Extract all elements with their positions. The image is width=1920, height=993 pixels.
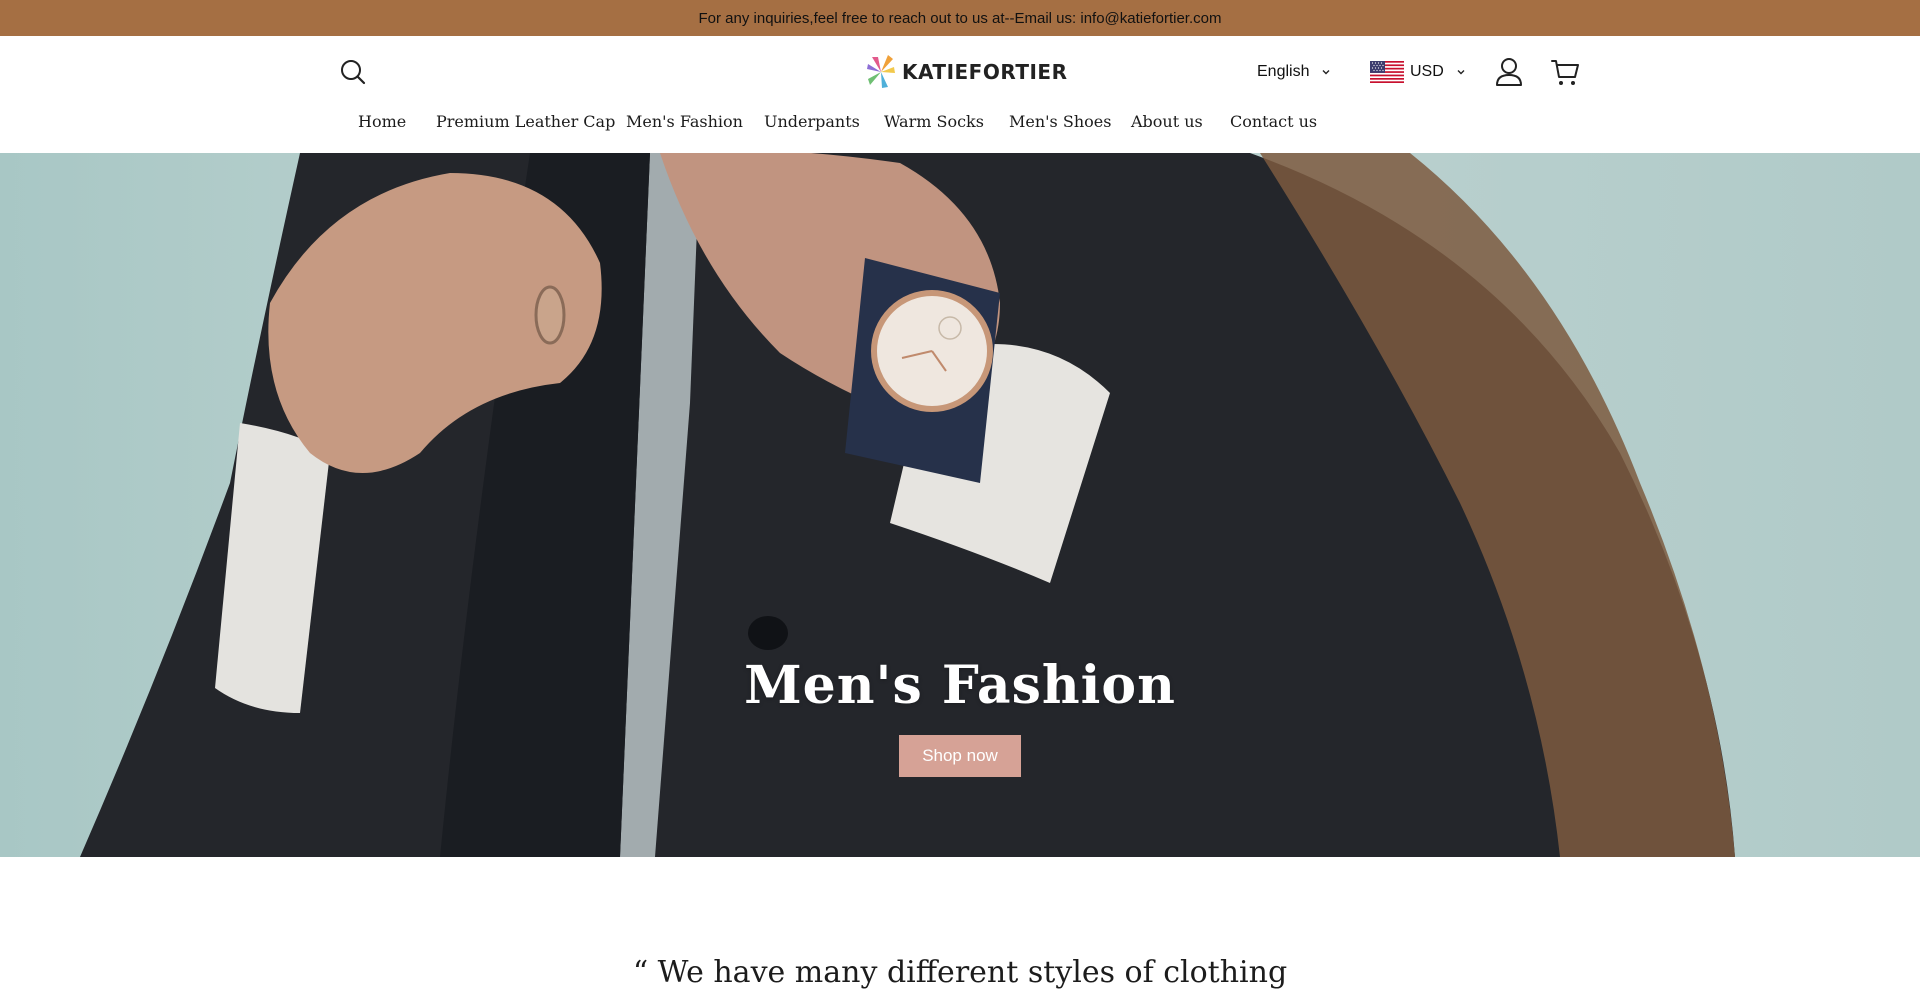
- shop-now-button[interactable]: Shop now: [899, 735, 1021, 777]
- chevron-down-icon: [1457, 70, 1465, 75]
- nav-item-mens-fashion[interactable]: Men's Fashion: [626, 112, 743, 131]
- announcement-bar: For any inquiries,feel free to reach out…: [0, 0, 1920, 36]
- nav-item-home[interactable]: Home: [358, 112, 406, 131]
- nav-item-underpants[interactable]: Underpants: [764, 112, 860, 131]
- cart-button[interactable]: [1550, 56, 1580, 88]
- site-header: KATIEFORTIER English USD Home Premium Le…: [0, 36, 1920, 153]
- nav-item-warm-socks[interactable]: Warm Socks: [884, 112, 984, 131]
- us-flag-icon: [1370, 61, 1404, 83]
- language-selector[interactable]: English: [1257, 60, 1331, 84]
- announcement-text: For any inquiries,feel free to reach out…: [698, 9, 1222, 27]
- logo-mark-icon: [867, 55, 895, 88]
- quote-text: “ We have many different styles of cloth…: [632, 955, 1288, 990]
- logo-text: KATIEFORTIER: [902, 60, 1068, 84]
- user-icon: [1496, 58, 1522, 86]
- search-button[interactable]: [338, 57, 368, 87]
- hero-title: Men's Fashion: [744, 655, 1176, 716]
- chevron-down-icon: [1322, 70, 1330, 75]
- account-button[interactable]: [1494, 56, 1524, 88]
- search-icon: [341, 60, 366, 85]
- nav-item-contact-us[interactable]: Contact us: [1230, 112, 1317, 131]
- nav-item-mens-shoes[interactable]: Men's Shoes: [1009, 112, 1111, 131]
- currency-selector[interactable]: USD: [1370, 60, 1466, 84]
- site-logo[interactable]: KATIEFORTIER: [866, 54, 1067, 90]
- cart-icon: [1551, 60, 1579, 85]
- nav-item-about-us[interactable]: About us: [1131, 112, 1203, 131]
- language-label: English: [1257, 63, 1310, 80]
- currency-label: USD: [1410, 63, 1444, 80]
- nav-item-premium-leather-cap[interactable]: Premium Leather Cap: [436, 112, 615, 131]
- main-navigation: Home Premium Leather Cap Men's Fashion U…: [0, 112, 1920, 142]
- hero-banner: Men's Fashion Shop now: [0, 153, 1920, 857]
